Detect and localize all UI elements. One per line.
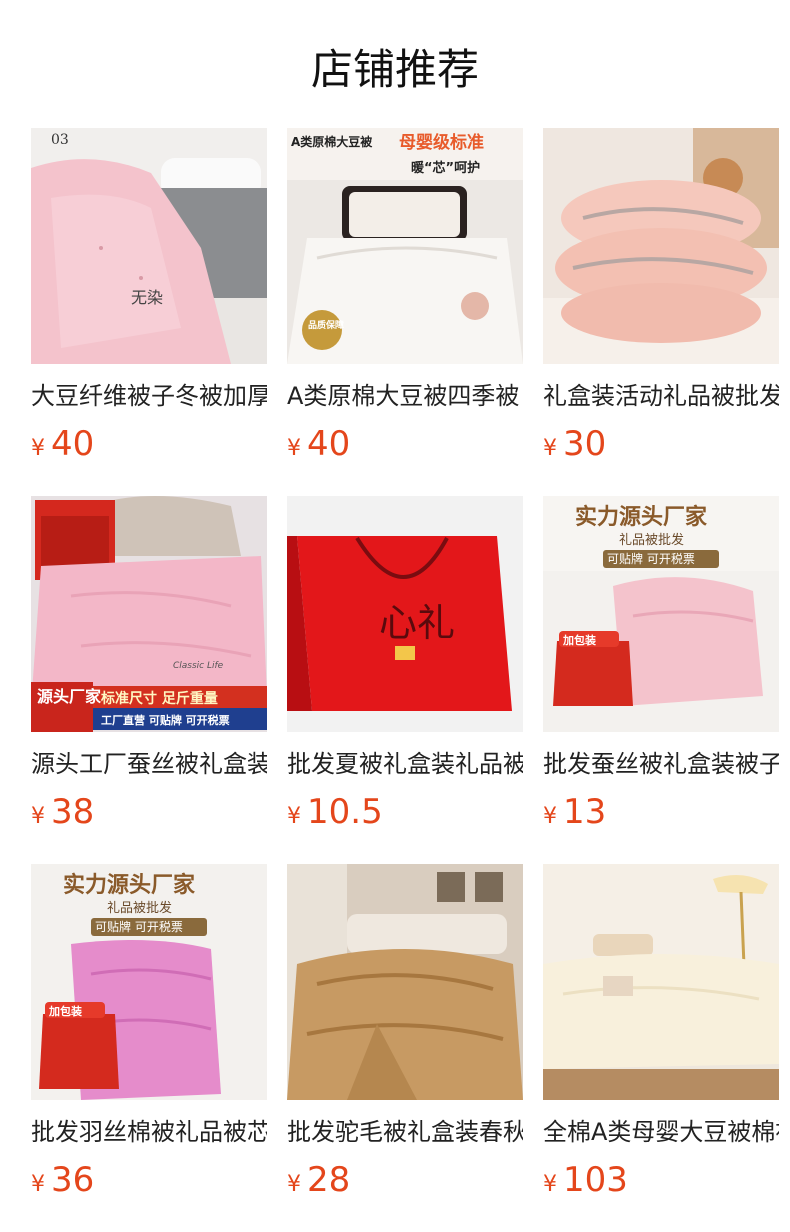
product-name[interactable]: 批发羽丝棉被礼品被芯 <box>31 1114 267 1150</box>
product-price: ¥30 <box>543 422 779 466</box>
tag: 可贴牌 可开税票 <box>95 920 183 934</box>
product-card[interactable]: 全棉A类母婴大豆被棉被 ¥103 <box>543 864 779 1232</box>
product-name[interactable]: 礼盒装活动礼品被批发 <box>543 378 779 414</box>
corner-label: 03 <box>51 132 69 148</box>
currency-symbol: ¥ <box>543 436 557 461</box>
box-text: 心礼 <box>379 601 455 645</box>
stamp-text: 无染 <box>131 288 163 307</box>
currency-symbol: ¥ <box>287 1172 301 1197</box>
subline: 礼品被批发 <box>619 532 684 548</box>
product-name[interactable]: 批发蚕丝被礼盒装被子 <box>543 746 779 782</box>
currency-symbol: ¥ <box>287 804 301 829</box>
top-label: A类原棉大豆被 <box>291 134 373 149</box>
badge-left: 源头厂家 <box>37 687 102 706</box>
section-title: 店铺推荐 <box>310 45 479 94</box>
script-text: Classic Life <box>173 661 224 671</box>
product-price: ¥40 <box>31 422 267 466</box>
box-label: 加包装 <box>48 1004 82 1018</box>
product-price: ¥28 <box>287 1158 523 1202</box>
product-card[interactable]: 实力源头厂家 礼品被批发 可贴牌 可开税票 加包装 批发羽丝棉被礼品被芯 ¥36 <box>31 864 267 1232</box>
tag: 可贴牌 可开税票 <box>607 552 695 566</box>
price-amount: 13 <box>563 792 607 832</box>
product-name[interactable]: A类原棉大豆被四季被 <box>287 378 523 414</box>
product-name[interactable]: 大豆纤维被子冬被加厚 <box>31 378 267 414</box>
product-grid: 03 无染 大豆纤维被子冬被加厚 ¥40 A类原棉大豆被 母婴级标准 暖“芯”呵… <box>31 128 779 1232</box>
currency-symbol: ¥ <box>31 1172 45 1197</box>
product-card[interactable]: 心礼 批发夏被礼盒装礼品被 ¥10.5 <box>287 496 523 864</box>
currency-symbol: ¥ <box>543 804 557 829</box>
product-name[interactable]: 批发驼毛被礼盒装春秋 <box>287 1114 523 1150</box>
product-image[interactable] <box>287 864 523 1100</box>
product-price: ¥40 <box>287 422 523 466</box>
product-name[interactable]: 全棉A类母婴大豆被棉被 <box>543 1114 779 1150</box>
price-amount: 40 <box>307 424 351 464</box>
product-price: ¥38 <box>31 790 267 834</box>
product-image[interactable]: 源头厂家 标准尺寸 足斤重量 工厂直营 可贴牌 可开税票 Classic Lif… <box>31 496 267 732</box>
currency-symbol: ¥ <box>543 1172 557 1197</box>
product-price: ¥10.5 <box>287 790 523 834</box>
product-card[interactable]: 实力源头厂家 礼品被批发 可贴牌 可开税票 加包装 批发蚕丝被礼盒装被子 ¥13 <box>543 496 779 864</box>
product-card[interactable]: 03 无染 大豆纤维被子冬被加厚 ¥40 <box>31 128 267 496</box>
product-name[interactable]: 批发夏被礼盒装礼品被 <box>287 746 523 782</box>
currency-symbol: ¥ <box>287 436 301 461</box>
box-label: 加包装 <box>562 633 596 647</box>
product-name[interactable]: 源头工厂蚕丝被礼盒装 <box>31 746 267 782</box>
currency-symbol: ¥ <box>31 436 45 461</box>
price-amount: 38 <box>51 792 95 832</box>
product-image[interactable] <box>543 864 779 1100</box>
product-image[interactable] <box>543 128 779 364</box>
price-amount: 10.5 <box>307 792 383 832</box>
product-image[interactable]: 03 无染 <box>31 128 267 364</box>
product-image[interactable]: 心礼 <box>287 496 523 732</box>
product-price: ¥36 <box>31 1158 267 1202</box>
headline: 母婴级标准 <box>399 132 484 153</box>
price-amount: 103 <box>563 1160 628 1200</box>
product-price: ¥103 <box>543 1158 779 1202</box>
tagline: 暖“芯”呵护 <box>411 160 480 176</box>
price-amount: 30 <box>563 424 607 464</box>
product-card[interactable]: 礼盒装活动礼品被批发 ¥30 <box>543 128 779 496</box>
product-price: ¥13 <box>543 790 779 834</box>
product-card[interactable]: A类原棉大豆被 母婴级标准 暖“芯”呵护 品质保障 A类原棉大豆被四季被 ¥40 <box>287 128 523 496</box>
currency-symbol: ¥ <box>31 804 45 829</box>
store-recommend-page: 店铺推荐 03 无染 大豆纤维被子冬被加厚 ¥40 A类原棉大豆被 母婴级标准 … <box>0 0 790 1232</box>
headline: 实力源头厂家 <box>575 504 708 530</box>
product-card[interactable]: 源头厂家 标准尺寸 足斤重量 工厂直营 可贴牌 可开税票 Classic Lif… <box>31 496 267 864</box>
product-card[interactable]: 批发驼毛被礼盒装春秋 ¥28 <box>287 864 523 1232</box>
sub-banner: 工厂直营 可贴牌 可开税票 <box>101 713 230 727</box>
quality-badge: 品质保障 <box>308 319 344 331</box>
product-image[interactable]: 实力源头厂家 礼品被批发 可贴牌 可开税票 加包装 <box>31 864 267 1100</box>
price-amount: 28 <box>307 1160 351 1200</box>
banner: 标准尺寸 足斤重量 <box>100 690 218 707</box>
product-image[interactable]: A类原棉大豆被 母婴级标准 暖“芯”呵护 品质保障 <box>287 128 523 364</box>
headline: 实力源头厂家 <box>63 872 196 898</box>
price-amount: 36 <box>51 1160 95 1200</box>
price-amount: 40 <box>51 424 95 464</box>
subline: 礼品被批发 <box>107 900 172 916</box>
product-image[interactable]: 实力源头厂家 礼品被批发 可贴牌 可开税票 加包装 <box>543 496 779 732</box>
